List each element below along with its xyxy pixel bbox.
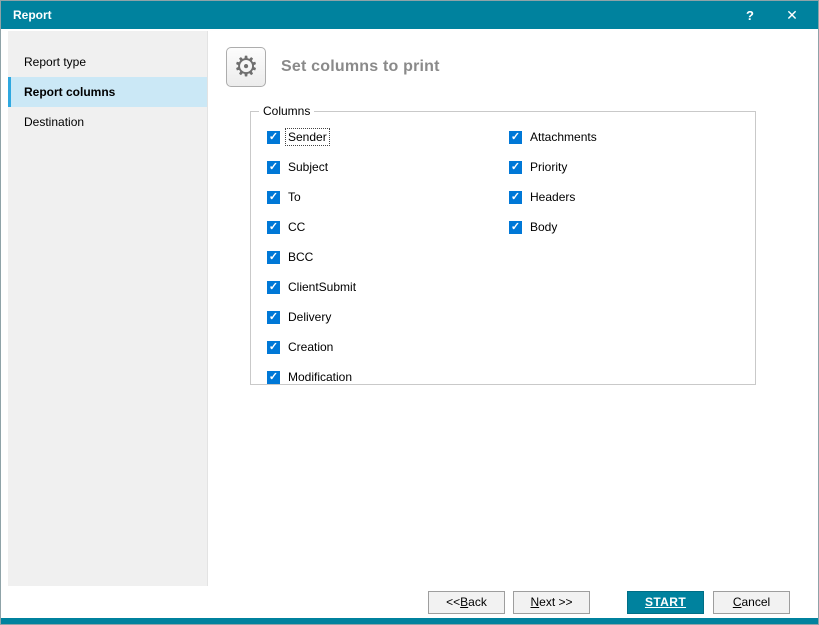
checkbox-row-body[interactable]: Body xyxy=(509,212,599,242)
checkbox-row-to[interactable]: To xyxy=(267,182,509,212)
checkbox-label: Attachments xyxy=(528,129,599,145)
main-panel: ⚙ Set columns to print Columns Sender Su… xyxy=(208,31,818,586)
help-icon[interactable]: ? xyxy=(736,8,764,23)
next-button[interactable]: Next >> xyxy=(513,591,590,614)
checkbox-row-creation[interactable]: Creation xyxy=(267,332,509,362)
sidebar-item-report-columns[interactable]: Report columns xyxy=(8,77,207,107)
checkbox-row-priority[interactable]: Priority xyxy=(509,152,599,182)
footer: << Back Next >> START Cancel xyxy=(1,586,818,618)
sidebar-item-destination[interactable]: Destination xyxy=(8,107,207,137)
gear-icon: ⚙ xyxy=(226,47,266,87)
page-title: Set columns to print xyxy=(281,58,440,76)
checkbox-row-bcc[interactable]: BCC xyxy=(267,242,509,272)
checkbox[interactable] xyxy=(267,221,280,234)
checkbox[interactable] xyxy=(509,191,522,204)
checkbox-label: ClientSubmit xyxy=(286,279,358,295)
window-title: Report xyxy=(13,8,736,22)
report-dialog: Report ? ✕ Report type Report columns De… xyxy=(0,0,819,625)
checkbox-row-subject[interactable]: Subject xyxy=(267,152,509,182)
bottom-accent-strip xyxy=(1,618,818,624)
checkbox[interactable] xyxy=(267,251,280,264)
checkbox[interactable] xyxy=(267,341,280,354)
checkbox-row-clientsubmit[interactable]: ClientSubmit xyxy=(267,272,509,302)
checkbox-row-attachments[interactable]: Attachments xyxy=(509,122,599,152)
checkbox[interactable] xyxy=(267,281,280,294)
back-button[interactable]: << Back xyxy=(428,591,505,614)
checkbox-label: Priority xyxy=(528,159,569,175)
checkbox-row-modification[interactable]: Modification xyxy=(267,362,509,392)
checkbox[interactable] xyxy=(509,161,522,174)
close-icon[interactable]: ✕ xyxy=(778,7,806,24)
checkbox-label: CC xyxy=(286,219,307,235)
columns-groupbox: Columns Sender Subject To xyxy=(250,111,756,385)
checkbox-row-headers[interactable]: Headers xyxy=(509,182,599,212)
sidebar: Report type Report columns Destination xyxy=(8,31,208,586)
checkbox-label: Headers xyxy=(528,189,577,205)
checkbox-column-left: Sender Subject To CC xyxy=(267,122,509,392)
content-area: Report type Report columns Destination ⚙… xyxy=(1,29,818,586)
checkbox-row-delivery[interactable]: Delivery xyxy=(267,302,509,332)
checkbox-label: Sender xyxy=(286,129,329,145)
checkbox-row-cc[interactable]: CC xyxy=(267,212,509,242)
checkbox-label: To xyxy=(286,189,303,205)
gear-glyph: ⚙ xyxy=(233,53,258,81)
checkbox-label: Subject xyxy=(286,159,330,175)
checkbox-column-right: Attachments Priority Headers Body xyxy=(509,122,599,392)
header-row: ⚙ Set columns to print xyxy=(226,47,818,87)
checkbox[interactable] xyxy=(509,131,522,144)
titlebar: Report ? ✕ xyxy=(1,1,818,29)
checkbox[interactable] xyxy=(267,371,280,384)
checkbox-label: Body xyxy=(528,219,559,235)
cancel-button[interactable]: Cancel xyxy=(713,591,790,614)
checkbox[interactable] xyxy=(267,311,280,324)
checkbox-label: BCC xyxy=(286,249,315,265)
sidebar-item-report-type[interactable]: Report type xyxy=(8,47,207,77)
checkbox-columns: Sender Subject To CC xyxy=(251,112,755,392)
groupbox-label: Columns xyxy=(259,104,314,118)
start-button[interactable]: START xyxy=(627,591,704,614)
checkbox[interactable] xyxy=(267,131,280,144)
checkbox[interactable] xyxy=(267,161,280,174)
checkbox-label: Modification xyxy=(286,369,354,385)
checkbox[interactable] xyxy=(509,221,522,234)
checkbox-row-sender[interactable]: Sender xyxy=(267,122,509,152)
checkbox-label: Delivery xyxy=(286,309,333,325)
checkbox[interactable] xyxy=(267,191,280,204)
checkbox-label: Creation xyxy=(286,339,335,355)
